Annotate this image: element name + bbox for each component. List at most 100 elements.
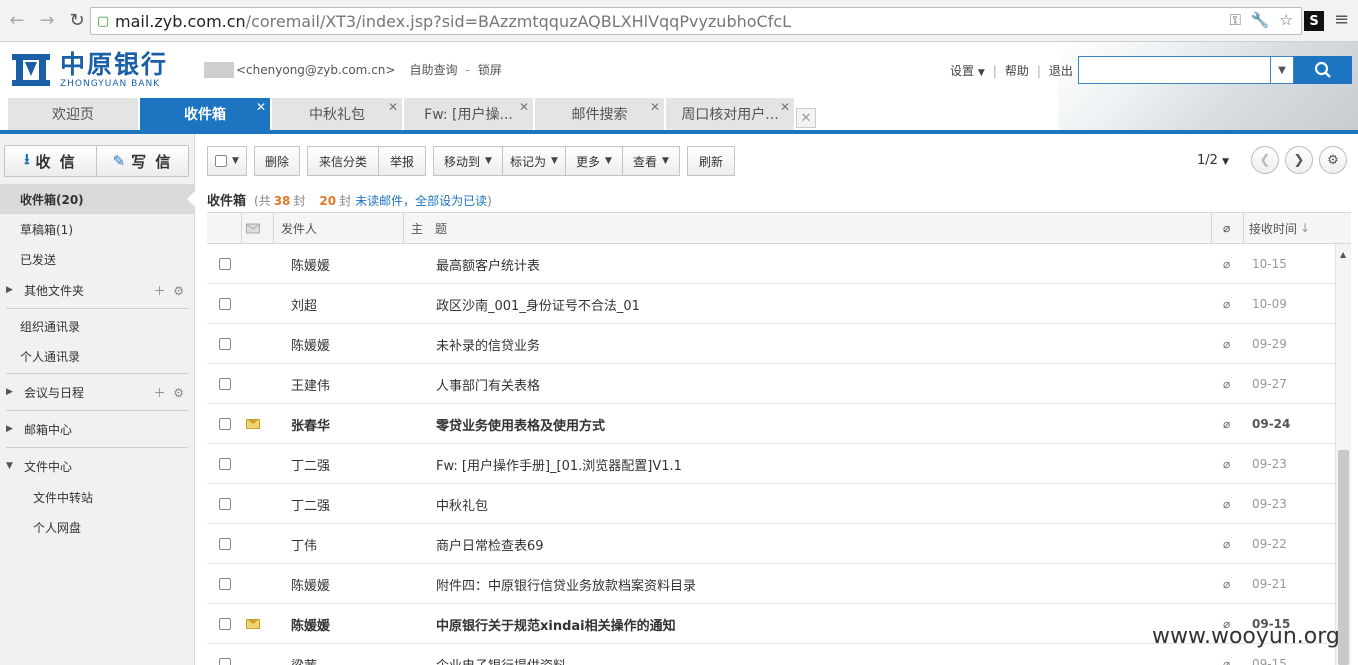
row-checkbox[interactable]	[219, 298, 231, 310]
help-link[interactable]: 帮助	[1005, 62, 1029, 79]
gear-icon[interactable]: ⚙	[173, 284, 184, 298]
sidebar-item-mailbox-center[interactable]: ▶ 邮箱中心	[0, 413, 194, 445]
select-all-checkbox[interactable]	[215, 155, 228, 167]
row-checkbox[interactable]	[219, 658, 231, 665]
table-row[interactable]: 陈媛媛 最高额客户统计表 ⌀ 10-15	[207, 244, 1335, 284]
list-scrollbar[interactable]: ▲	[1335, 244, 1351, 665]
expand-arrow-icon[interactable]: ▶	[6, 424, 13, 434]
tab-mid-autumn[interactable]: 中秋礼包 ✕	[272, 98, 402, 130]
row-subject[interactable]: 商户日常检查表69	[436, 524, 544, 564]
subject-column[interactable]: 主 题	[411, 213, 447, 243]
move-to-dropdown[interactable]: 移动到 ▼	[433, 146, 503, 176]
mark-as-dropdown[interactable]: 标记为 ▼	[502, 146, 566, 176]
row-subject[interactable]: 未补录的信贷业务	[436, 324, 540, 364]
row-checkbox[interactable]	[219, 458, 231, 470]
collapse-arrow-icon[interactable]: ▼	[6, 461, 13, 471]
table-row[interactable]: 陈媛媛 未补录的信贷业务 ⌀ 09-29	[207, 324, 1335, 364]
close-icon[interactable]: ✕	[650, 100, 660, 114]
table-row[interactable]: 刘超 政区沙南_001_身份证号不合法_01 ⌀ 10-09	[207, 284, 1335, 324]
add-icon[interactable]: ＋	[154, 284, 166, 298]
settings-menu[interactable]: 设置 ▼	[950, 62, 985, 79]
row-subject[interactable]: 企业电子银行提供资料	[436, 644, 566, 665]
search-input[interactable]	[1078, 56, 1270, 84]
row-subject[interactable]: 附件四：中原银行信贷业务放款档案资料目录	[436, 564, 696, 604]
classify-button[interactable]: 来信分类	[307, 146, 379, 176]
tab-zhoukou[interactable]: 周口核对用户... ✕	[666, 98, 794, 130]
forward-arrow-icon[interactable]: →	[34, 8, 60, 34]
reload-icon[interactable]: ↻	[64, 8, 90, 34]
select-all-dropdown[interactable]: ▼	[207, 146, 247, 176]
table-row[interactable]: 丁伟 商户日常检查表69 ⌀ 09-22	[207, 524, 1335, 564]
logout-link[interactable]: 退出	[1049, 62, 1073, 79]
row-subject[interactable]: 中原银行关于规范xindai相关操作的通知	[436, 604, 676, 644]
read-status-column[interactable]	[246, 213, 260, 243]
row-checkbox[interactable]	[219, 538, 231, 550]
bookmark-star-icon[interactable]: ☆	[1280, 11, 1293, 29]
unread-mail-link[interactable]: 未读邮件	[355, 192, 403, 209]
lock-screen-link[interactable]: 锁屏	[478, 61, 502, 78]
table-row[interactable]: 陈媛媛 附件四：中原银行信贷业务放款档案资料目录 ⌀ 09-21	[207, 564, 1335, 604]
row-subject[interactable]: 政区沙南_001_身份证号不合法_01	[436, 284, 640, 324]
close-icon[interactable]: ✕	[256, 100, 266, 114]
sidebar-item-other-folders[interactable]: ▶ 其他文件夹 ＋ ⚙	[0, 274, 194, 306]
sidebar-item-file-transfer[interactable]: 文件中转站	[0, 482, 194, 512]
address-bar[interactable]: ▢ mail.zyb.com.cn/coremail/XT3/index.jsp…	[90, 7, 1302, 35]
row-checkbox[interactable]	[219, 618, 231, 630]
table-row[interactable]: 张春华 零贷业务使用表格及使用方式 ⌀ 09-24	[207, 404, 1335, 444]
prev-page-button[interactable]: ❮	[1250, 146, 1279, 174]
back-arrow-icon[interactable]: ←	[4, 8, 30, 34]
sidebar-item-meetings[interactable]: ▶ 会议与日程 ＋ ⚙	[0, 376, 194, 408]
attachment-column[interactable]: ⌀	[1223, 213, 1230, 243]
gear-icon[interactable]: ⚙	[173, 386, 184, 400]
row-checkbox[interactable]	[219, 338, 231, 350]
browser-menu-icon[interactable]: ≡	[1334, 9, 1349, 30]
close-icon[interactable]: ✕	[388, 100, 398, 114]
row-checkbox[interactable]	[219, 578, 231, 590]
next-page-button[interactable]: ❯	[1284, 146, 1313, 174]
tab-fw-manual[interactable]: Fw: [用户操... ✕	[404, 98, 533, 130]
row-subject[interactable]: 人事部门有关表格	[436, 364, 540, 404]
delete-button[interactable]: 删除	[254, 146, 300, 176]
sidebar-item-sent[interactable]: 已发送	[0, 244, 194, 274]
scroll-up-arrow-icon[interactable]: ▲	[1340, 250, 1346, 259]
tab-welcome[interactable]: 欢迎页	[8, 98, 138, 130]
close-all-tabs-icon[interactable]: ✕	[796, 108, 816, 128]
table-row[interactable]: 丁二强 中秋礼包 ⌀ 09-23	[207, 484, 1335, 524]
row-subject[interactable]: Fw: [用户操作手册]_[01.浏览器配置]V1.1	[436, 444, 682, 484]
add-icon[interactable]: ＋	[154, 386, 166, 400]
bank-logo[interactable]: 中原银行 ZHONGYUAN BANK	[10, 50, 168, 90]
close-icon[interactable]: ✕	[519, 100, 529, 114]
sidebar-item-org-contacts[interactable]: 组织通讯录	[0, 311, 194, 341]
report-button[interactable]: 举报	[378, 146, 426, 176]
search-options-dropdown[interactable]: ▼	[1270, 56, 1294, 84]
row-subject[interactable]: 中秋礼包	[436, 484, 488, 524]
list-settings-button[interactable]: ⚙	[1318, 146, 1347, 174]
row-checkbox[interactable]	[219, 378, 231, 390]
tab-inbox[interactable]: 收件箱 ✕	[140, 98, 270, 130]
expand-arrow-icon[interactable]: ▶	[6, 285, 13, 295]
sidebar-item-personal-contacts[interactable]: 个人通讯录	[0, 341, 194, 371]
search-button[interactable]	[1294, 56, 1352, 84]
expand-arrow-icon[interactable]: ▶	[6, 387, 13, 397]
row-checkbox[interactable]	[219, 498, 231, 510]
page-select[interactable]: 1/2 ▼	[1197, 153, 1229, 168]
row-checkbox[interactable]	[219, 258, 231, 270]
sender-column[interactable]: 发件人	[281, 213, 317, 243]
receive-button[interactable]: ⭳ 收 信	[5, 146, 96, 176]
more-dropdown[interactable]: 更多 ▼	[565, 146, 623, 176]
write-button[interactable]: ✎ 写 信	[96, 146, 188, 176]
sidebar-item-file-center[interactable]: ▼ 文件中心	[0, 450, 194, 482]
tab-mail-search[interactable]: 邮件搜索 ✕	[535, 98, 664, 130]
close-icon[interactable]: ✕	[780, 100, 790, 114]
sidebar-item-inbox[interactable]: 收件箱(20)	[0, 184, 195, 214]
key-icon[interactable]: ⚿	[1229, 11, 1240, 29]
table-row[interactable]: 王建伟 人事部门有关表格 ⌀ 09-27	[207, 364, 1335, 404]
extension-icon[interactable]: S	[1304, 11, 1324, 31]
wrench-icon[interactable]: 🔧	[1251, 11, 1270, 29]
refresh-button[interactable]: 刷新	[687, 146, 735, 176]
time-column[interactable]: 接收时间 ↓	[1249, 213, 1310, 243]
view-dropdown[interactable]: 查看 ▼	[622, 146, 680, 176]
row-subject[interactable]: 最高额客户统计表	[436, 244, 540, 284]
sidebar-item-drafts[interactable]: 草稿箱(1)	[0, 214, 194, 244]
sidebar-item-netdisk[interactable]: 个人网盘	[0, 512, 194, 542]
